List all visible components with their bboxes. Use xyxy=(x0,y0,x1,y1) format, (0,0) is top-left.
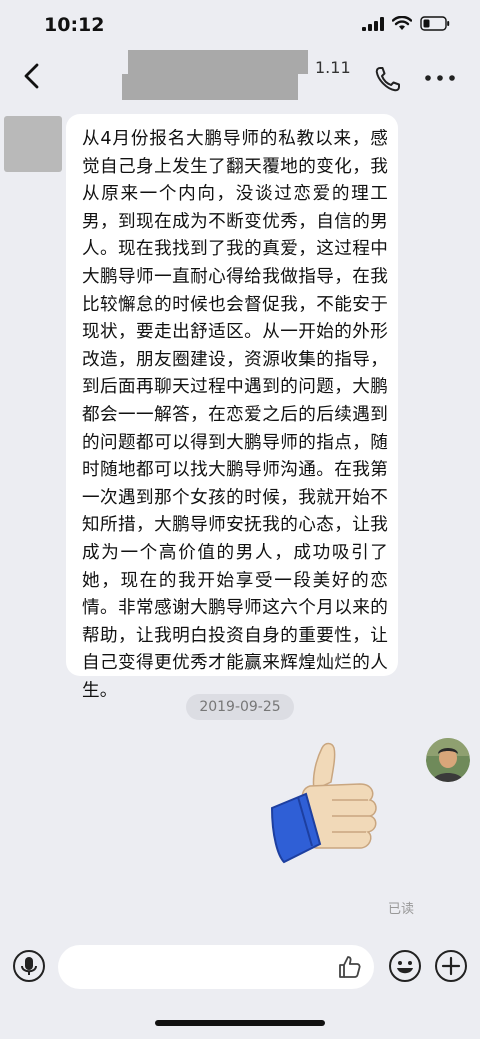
home-indicator[interactable] xyxy=(155,1020,325,1026)
emoji-icon[interactable] xyxy=(388,949,422,983)
message-bubble[interactable]: 从4月份报名大鹏导师的私教以来，感觉自己身上发生了翻天覆地的变化，我从原来一个内… xyxy=(66,114,398,701)
battery-icon xyxy=(420,16,450,31)
thumbs-up-sticker[interactable] xyxy=(262,738,390,868)
more-dots-icon[interactable] xyxy=(422,66,458,90)
redacted-title xyxy=(128,50,308,74)
status-bar: 10:12 xyxy=(0,0,480,50)
message-input[interactable] xyxy=(58,945,374,989)
message-text: 从4月份报名大鹏导师的私教以来，感觉自己身上发生了翻天覆地的变化，我从原来一个内… xyxy=(82,129,388,701)
status-icons xyxy=(362,16,450,31)
like-icon[interactable] xyxy=(336,954,362,980)
self-avatar[interactable] xyxy=(426,738,470,782)
cellular-signal-icon xyxy=(362,16,384,31)
wifi-icon xyxy=(392,16,412,30)
redacted-subtitle xyxy=(122,74,298,100)
read-status: 已读 xyxy=(388,902,415,917)
microphone-icon[interactable] xyxy=(12,949,46,983)
status-time: 10:12 xyxy=(44,14,105,36)
timestamp-pill: 2019-09-25 xyxy=(186,694,294,720)
phone-icon[interactable] xyxy=(372,63,404,95)
contact-avatar-redacted[interactable] xyxy=(4,116,62,172)
chat-title-suffix: 1.11 xyxy=(315,58,351,77)
plus-icon[interactable] xyxy=(434,949,468,983)
back-button[interactable] xyxy=(18,60,46,92)
